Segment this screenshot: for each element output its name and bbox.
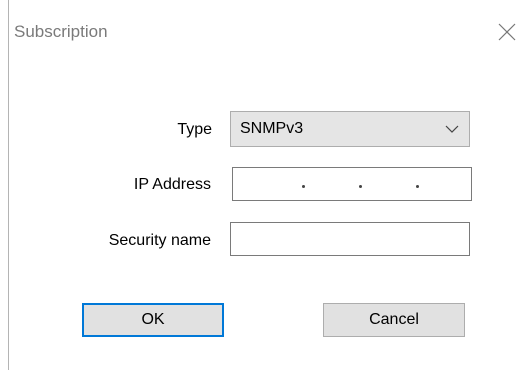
ip-address-field[interactable] xyxy=(232,167,472,201)
type-label: Type xyxy=(177,121,212,138)
cancel-button[interactable]: Cancel xyxy=(323,303,465,337)
security-name-input[interactable] xyxy=(230,222,470,256)
ip-separator-dot xyxy=(359,185,362,188)
ip-separator-dot xyxy=(416,185,419,188)
type-select[interactable]: SNMPv3 xyxy=(230,111,470,147)
ip-address-label: IP Address xyxy=(133,176,211,193)
type-select-value: SNMPv3 xyxy=(240,120,304,137)
chevron-down-icon xyxy=(445,125,459,133)
dialog-title: Subscription xyxy=(14,22,108,41)
window-left-border xyxy=(8,0,9,370)
security-name-label: Security name xyxy=(108,232,211,249)
subscription-dialog: Subscription Type SNMPv3 IP Address Secu… xyxy=(0,0,529,370)
ip-separator-dot xyxy=(302,185,305,188)
ok-button[interactable]: OK xyxy=(82,303,224,337)
close-button[interactable] xyxy=(491,16,523,48)
close-icon xyxy=(498,23,516,41)
